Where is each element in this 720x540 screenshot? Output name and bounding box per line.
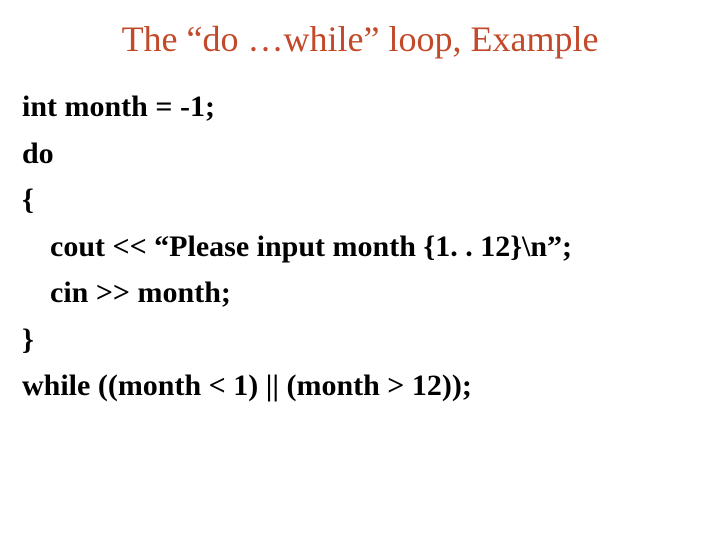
- code-line-2: do: [22, 131, 698, 178]
- code-line-4: cout << “Please input month {1. . 12}\n”…: [22, 224, 698, 271]
- slide: The “do …while” loop, Example int month …: [0, 0, 720, 540]
- code-line-1: int month = -1;: [22, 84, 698, 131]
- code-block: int month = -1; do { cout << “Please inp…: [0, 60, 720, 410]
- code-line-5: cin >> month;: [22, 270, 698, 317]
- code-line-3: {: [22, 177, 698, 224]
- slide-title: The “do …while” loop, Example: [0, 0, 720, 60]
- code-line-6: }: [22, 317, 698, 364]
- code-line-7: while ((month < 1) || (month > 12));: [22, 363, 698, 410]
